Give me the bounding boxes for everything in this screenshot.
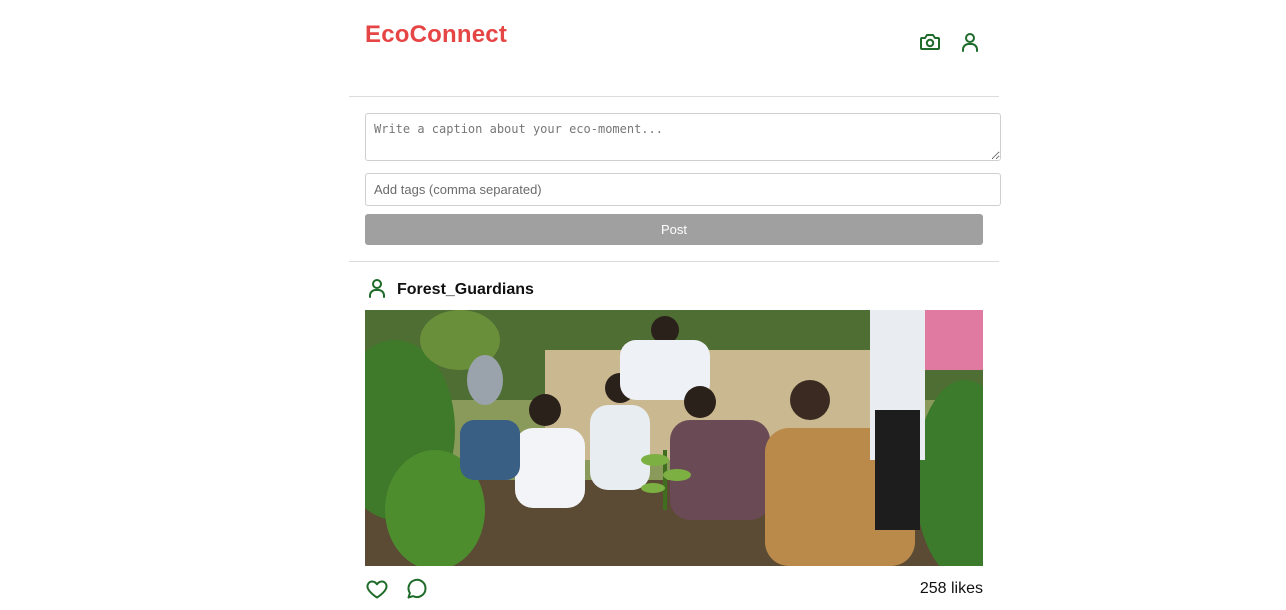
post-composer: Post [349, 97, 1001, 262]
post-button[interactable]: Post [365, 214, 983, 245]
app-container: EcoConnect Post [349, 0, 1001, 610]
likes-count: 258 likes [919, 580, 983, 597]
comment-icon[interactable] [405, 577, 429, 601]
app-header: EcoConnect [349, 0, 999, 97]
user-icon[interactable] [958, 30, 982, 54]
user-icon [365, 276, 389, 305]
heart-icon[interactable] [365, 577, 389, 601]
tags-input[interactable] [365, 173, 1001, 206]
post-image [365, 310, 983, 566]
camera-icon[interactable] [918, 30, 942, 54]
post-username[interactable]: Forest_Guardians [397, 281, 534, 299]
header-actions [918, 30, 982, 54]
caption-input[interactable] [365, 113, 1001, 161]
post-header: Forest_Guardians [365, 278, 534, 302]
post-actions [365, 577, 429, 601]
brand-logo[interactable]: EcoConnect [365, 21, 507, 49]
